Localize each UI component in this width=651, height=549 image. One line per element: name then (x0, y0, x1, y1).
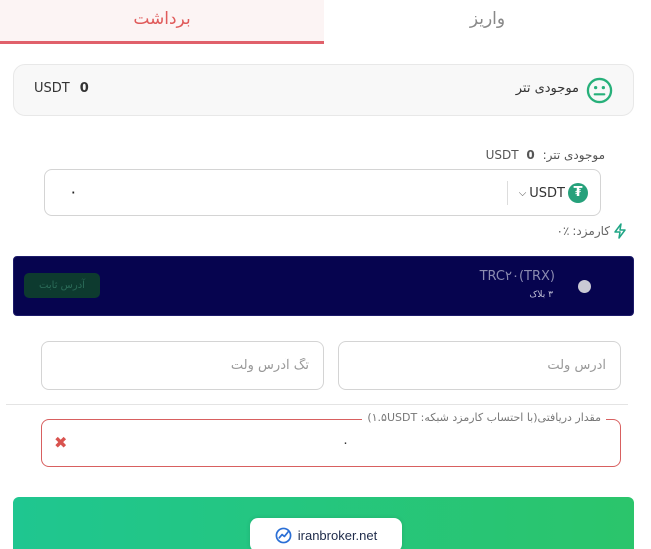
amount-value[interactable]: ۰ (69, 182, 78, 201)
watermark-text: iranbroker.net (297, 527, 378, 543)
balance-card: موجودی تتر USDT 0 (13, 64, 634, 116)
chevron-down-icon: ⌵ (518, 187, 527, 199)
network-confirmations: ۳ بلاک (529, 290, 553, 300)
wallet-tag-input[interactable] (42, 342, 323, 389)
fixed-address-button[interactable]: آدرس ثابت (24, 273, 100, 298)
iranbroker-watermark: iranbroker.net (250, 518, 402, 549)
tether-balance-label: موجودی تتر: (542, 148, 605, 162)
clear-icon[interactable]: ✖ (54, 433, 67, 452)
currency-select[interactable]: ⌵ USDT ₮ (519, 182, 588, 204)
received-amount-label: مقدار دریافتی(با احتساب کارمزد شبکه: ۱.۵… (362, 411, 606, 424)
tether-logo-icon: ₮ (568, 183, 588, 203)
tether-balance-line: موجودی تتر: 0 USDT (486, 148, 605, 162)
tab-bar: برداشت واریز (0, 0, 651, 44)
balance-amount: 0 (79, 81, 89, 96)
network-radio[interactable] (578, 280, 591, 293)
received-amount-value[interactable]: ۰ (342, 436, 349, 451)
balance-value: USDT 0 (34, 81, 89, 96)
tab-deposit[interactable]: واریز (324, 0, 651, 44)
network-name: TRC۲۰(TRX) (479, 269, 555, 284)
fee-label: کارمزد: (572, 224, 610, 238)
divider (6, 404, 628, 405)
tab-withdraw[interactable]: برداشت (0, 0, 324, 44)
tether-balance-currency: USDT (485, 148, 519, 162)
currency-label: USDT (529, 185, 565, 201)
tether-balance-value: 0 (526, 148, 535, 162)
currency-divider (507, 181, 508, 205)
wallet-address-input[interactable] (339, 342, 620, 389)
network-option-trc20[interactable]: TRC۲۰(TRX) ۳ بلاک آدرس ثابت (13, 256, 634, 316)
fee-row: کارمزد: ۰٪ (557, 222, 628, 240)
balance-currency: USDT (34, 81, 70, 96)
received-amount-field[interactable]: مقدار دریافتی(با احتساب کارمزد شبکه: ۱.۵… (41, 411, 621, 467)
lightning-icon (614, 223, 626, 239)
balance-label: موجودی تتر (515, 81, 579, 96)
wallet-tag-field[interactable] (41, 341, 324, 390)
fee-value: ۰٪ (556, 224, 570, 238)
amount-input[interactable]: ۰ ⌵ USDT ₮ (44, 169, 601, 216)
iranbroker-logo-icon (275, 527, 292, 543)
wallet-address-field[interactable] (338, 341, 621, 390)
neutral-face-icon (586, 77, 613, 104)
